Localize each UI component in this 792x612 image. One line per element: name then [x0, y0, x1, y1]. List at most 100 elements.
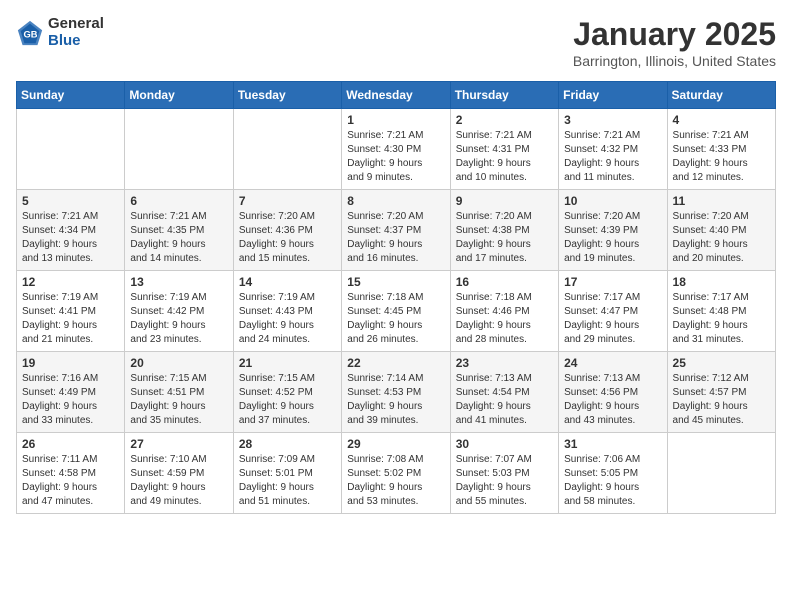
day-number: 4: [673, 113, 770, 127]
weekday-header: Friday: [559, 82, 667, 109]
calendar-cell: 11 Sunrise: 7:20 AM Sunset: 4:40 PM Dayli…: [667, 190, 775, 271]
calendar-cell: 29 Sunrise: 7:08 AM Sunset: 5:02 PM Dayli…: [342, 433, 450, 514]
day-number: 10: [564, 194, 661, 208]
calendar-cell: 28Sunrise: 7:09 AM Sunset: 5:01 PM Dayli…: [233, 433, 341, 514]
day-info: Sunrise: 7:20 AM Sunset: 4:36 PM Dayligh…: [239, 210, 336, 266]
weekday-header: Wednesday: [342, 82, 450, 109]
day-number: 31: [564, 437, 661, 451]
calendar-cell: 8Sunrise: 7:20 AM Sunset: 4:37 PM Daylig…: [342, 190, 450, 271]
calendar-week-row: 26Sunrise: 7:11 AM Sunset: 4:58 PM Dayli…: [17, 433, 776, 514]
day-number: 24: [564, 356, 661, 370]
calendar-cell: [125, 109, 233, 190]
calendar-cell: [667, 433, 775, 514]
day-number: 29: [347, 437, 444, 451]
day-info: Sunrise: 7:13 AM Sunset: 4:54 PM Dayligh…: [456, 372, 553, 428]
calendar-cell: 16 Sunrise: 7:18 AM Sunset: 4:46 PM Dayli…: [450, 271, 558, 352]
day-number: 5: [22, 194, 119, 208]
calendar-cell: 9 Sunrise: 7:20 AM Sunset: 4:38 PM Daylig…: [450, 190, 558, 271]
day-info: Sunrise: 7:13 AM Sunset: 4:56 PM Dayligh…: [564, 372, 661, 428]
day-number: 2: [456, 113, 553, 127]
day-number: 17: [564, 275, 661, 289]
day-number: 9: [456, 194, 553, 208]
weekday-header: Saturday: [667, 82, 775, 109]
day-info: Sunrise: 7:18 AM Sunset: 4:46 PM Dayligh…: [456, 291, 553, 347]
calendar-cell: 22 Sunrise: 7:14 AM Sunset: 4:53 PM Dayli…: [342, 352, 450, 433]
calendar-week-row: 19 Sunrise: 7:16 AM Sunset: 4:49 PM Dayli…: [17, 352, 776, 433]
day-number: 20: [130, 356, 227, 370]
calendar-cell: 2Sunrise: 7:21 AM Sunset: 4:31 PM Daylig…: [450, 109, 558, 190]
logo-general: General: [48, 16, 104, 33]
weekday-header: Thursday: [450, 82, 558, 109]
weekday-header: Tuesday: [233, 82, 341, 109]
day-info: Sunrise: 7:20 AM Sunset: 4:37 PM Dayligh…: [347, 210, 444, 266]
location: Barrington, Illinois, United States: [573, 53, 776, 69]
day-info: Sunrise: 7:19 AM Sunset: 4:41 PM Dayligh…: [22, 291, 119, 347]
day-info: Sunrise: 7:21 AM Sunset: 4:33 PM Dayligh…: [673, 129, 770, 185]
day-number: 1: [347, 113, 444, 127]
calendar-week-row: 1 Sunrise: 7:21 AM Sunset: 4:30 PM Daylig…: [17, 109, 776, 190]
calendar-cell: [233, 109, 341, 190]
day-info: Sunrise: 7:19 AM Sunset: 4:43 PM Dayligh…: [239, 291, 336, 347]
day-info: Sunrise: 7:20 AM Sunset: 4:38 PM Dayligh…: [456, 210, 553, 266]
weekday-header: Sunday: [17, 82, 125, 109]
calendar-cell: 18Sunrise: 7:17 AM Sunset: 4:48 PM Dayli…: [667, 271, 775, 352]
calendar-cell: [17, 109, 125, 190]
calendar-cell: 17 Sunrise: 7:17 AM Sunset: 4:47 PM Dayli…: [559, 271, 667, 352]
day-info: Sunrise: 7:20 AM Sunset: 4:39 PM Dayligh…: [564, 210, 661, 266]
day-info: Sunrise: 7:20 AM Sunset: 4:40 PM Dayligh…: [673, 210, 770, 266]
day-info: Sunrise: 7:21 AM Sunset: 4:35 PM Dayligh…: [130, 210, 227, 266]
logo-text: General Blue: [48, 16, 104, 49]
day-info: Sunrise: 7:15 AM Sunset: 4:51 PM Dayligh…: [130, 372, 227, 428]
day-info: Sunrise: 7:19 AM Sunset: 4:42 PM Dayligh…: [130, 291, 227, 347]
day-number: 15: [347, 275, 444, 289]
day-number: 11: [673, 194, 770, 208]
day-number: 16: [456, 275, 553, 289]
day-number: 3: [564, 113, 661, 127]
calendar-cell: 26Sunrise: 7:11 AM Sunset: 4:58 PM Dayli…: [17, 433, 125, 514]
weekday-header-row: SundayMondayTuesdayWednesdayThursdayFrid…: [17, 82, 776, 109]
calendar-week-row: 12 Sunrise: 7:19 AM Sunset: 4:41 PM Dayli…: [17, 271, 776, 352]
day-number: 25: [673, 356, 770, 370]
day-info: Sunrise: 7:06 AM Sunset: 5:05 PM Dayligh…: [564, 453, 661, 509]
day-number: 7: [239, 194, 336, 208]
day-info: Sunrise: 7:14 AM Sunset: 4:53 PM Dayligh…: [347, 372, 444, 428]
calendar-cell: 4 Sunrise: 7:21 AM Sunset: 4:33 PM Daylig…: [667, 109, 775, 190]
month-title: January 2025: [573, 16, 776, 53]
day-info: Sunrise: 7:21 AM Sunset: 4:32 PM Dayligh…: [564, 129, 661, 185]
calendar-cell: 13 Sunrise: 7:19 AM Sunset: 4:42 PM Dayli…: [125, 271, 233, 352]
calendar-table: SundayMondayTuesdayWednesdayThursdayFrid…: [16, 81, 776, 514]
day-number: 23: [456, 356, 553, 370]
calendar-cell: 25 Sunrise: 7:12 AM Sunset: 4:57 PM Dayli…: [667, 352, 775, 433]
calendar-cell: 19 Sunrise: 7:16 AM Sunset: 4:49 PM Dayli…: [17, 352, 125, 433]
calendar-cell: 3 Sunrise: 7:21 AM Sunset: 4:32 PM Daylig…: [559, 109, 667, 190]
day-number: 27: [130, 437, 227, 451]
day-number: 6: [130, 194, 227, 208]
day-info: Sunrise: 7:08 AM Sunset: 5:02 PM Dayligh…: [347, 453, 444, 509]
day-info: Sunrise: 7:07 AM Sunset: 5:03 PM Dayligh…: [456, 453, 553, 509]
title-area: January 2025 Barrington, Illinois, Unite…: [573, 16, 776, 69]
svg-text:GB: GB: [23, 29, 37, 39]
day-number: 13: [130, 275, 227, 289]
day-number: 19: [22, 356, 119, 370]
calendar-cell: 7 Sunrise: 7:20 AM Sunset: 4:36 PM Daylig…: [233, 190, 341, 271]
day-number: 21: [239, 356, 336, 370]
calendar-cell: 10 Sunrise: 7:20 AM Sunset: 4:39 PM Dayli…: [559, 190, 667, 271]
day-number: 28: [239, 437, 336, 451]
day-info: Sunrise: 7:21 AM Sunset: 4:34 PM Dayligh…: [22, 210, 119, 266]
calendar-cell: 24 Sunrise: 7:13 AM Sunset: 4:56 PM Dayli…: [559, 352, 667, 433]
day-number: 30: [456, 437, 553, 451]
day-number: 22: [347, 356, 444, 370]
logo: GB General Blue: [16, 16, 104, 49]
day-info: Sunrise: 7:10 AM Sunset: 4:59 PM Dayligh…: [130, 453, 227, 509]
logo-blue: Blue: [48, 33, 104, 50]
calendar-cell: 1 Sunrise: 7:21 AM Sunset: 4:30 PM Daylig…: [342, 109, 450, 190]
calendar-cell: 30 Sunrise: 7:07 AM Sunset: 5:03 PM Dayli…: [450, 433, 558, 514]
calendar-cell: 12 Sunrise: 7:19 AM Sunset: 4:41 PM Dayli…: [17, 271, 125, 352]
calendar-cell: 5 Sunrise: 7:21 AM Sunset: 4:34 PM Daylig…: [17, 190, 125, 271]
day-info: Sunrise: 7:21 AM Sunset: 4:30 PM Dayligh…: [347, 129, 444, 185]
logo-icon: GB: [16, 19, 44, 47]
day-number: 12: [22, 275, 119, 289]
day-info: Sunrise: 7:12 AM Sunset: 4:57 PM Dayligh…: [673, 372, 770, 428]
day-info: Sunrise: 7:16 AM Sunset: 4:49 PM Dayligh…: [22, 372, 119, 428]
day-info: Sunrise: 7:17 AM Sunset: 4:47 PM Dayligh…: [564, 291, 661, 347]
